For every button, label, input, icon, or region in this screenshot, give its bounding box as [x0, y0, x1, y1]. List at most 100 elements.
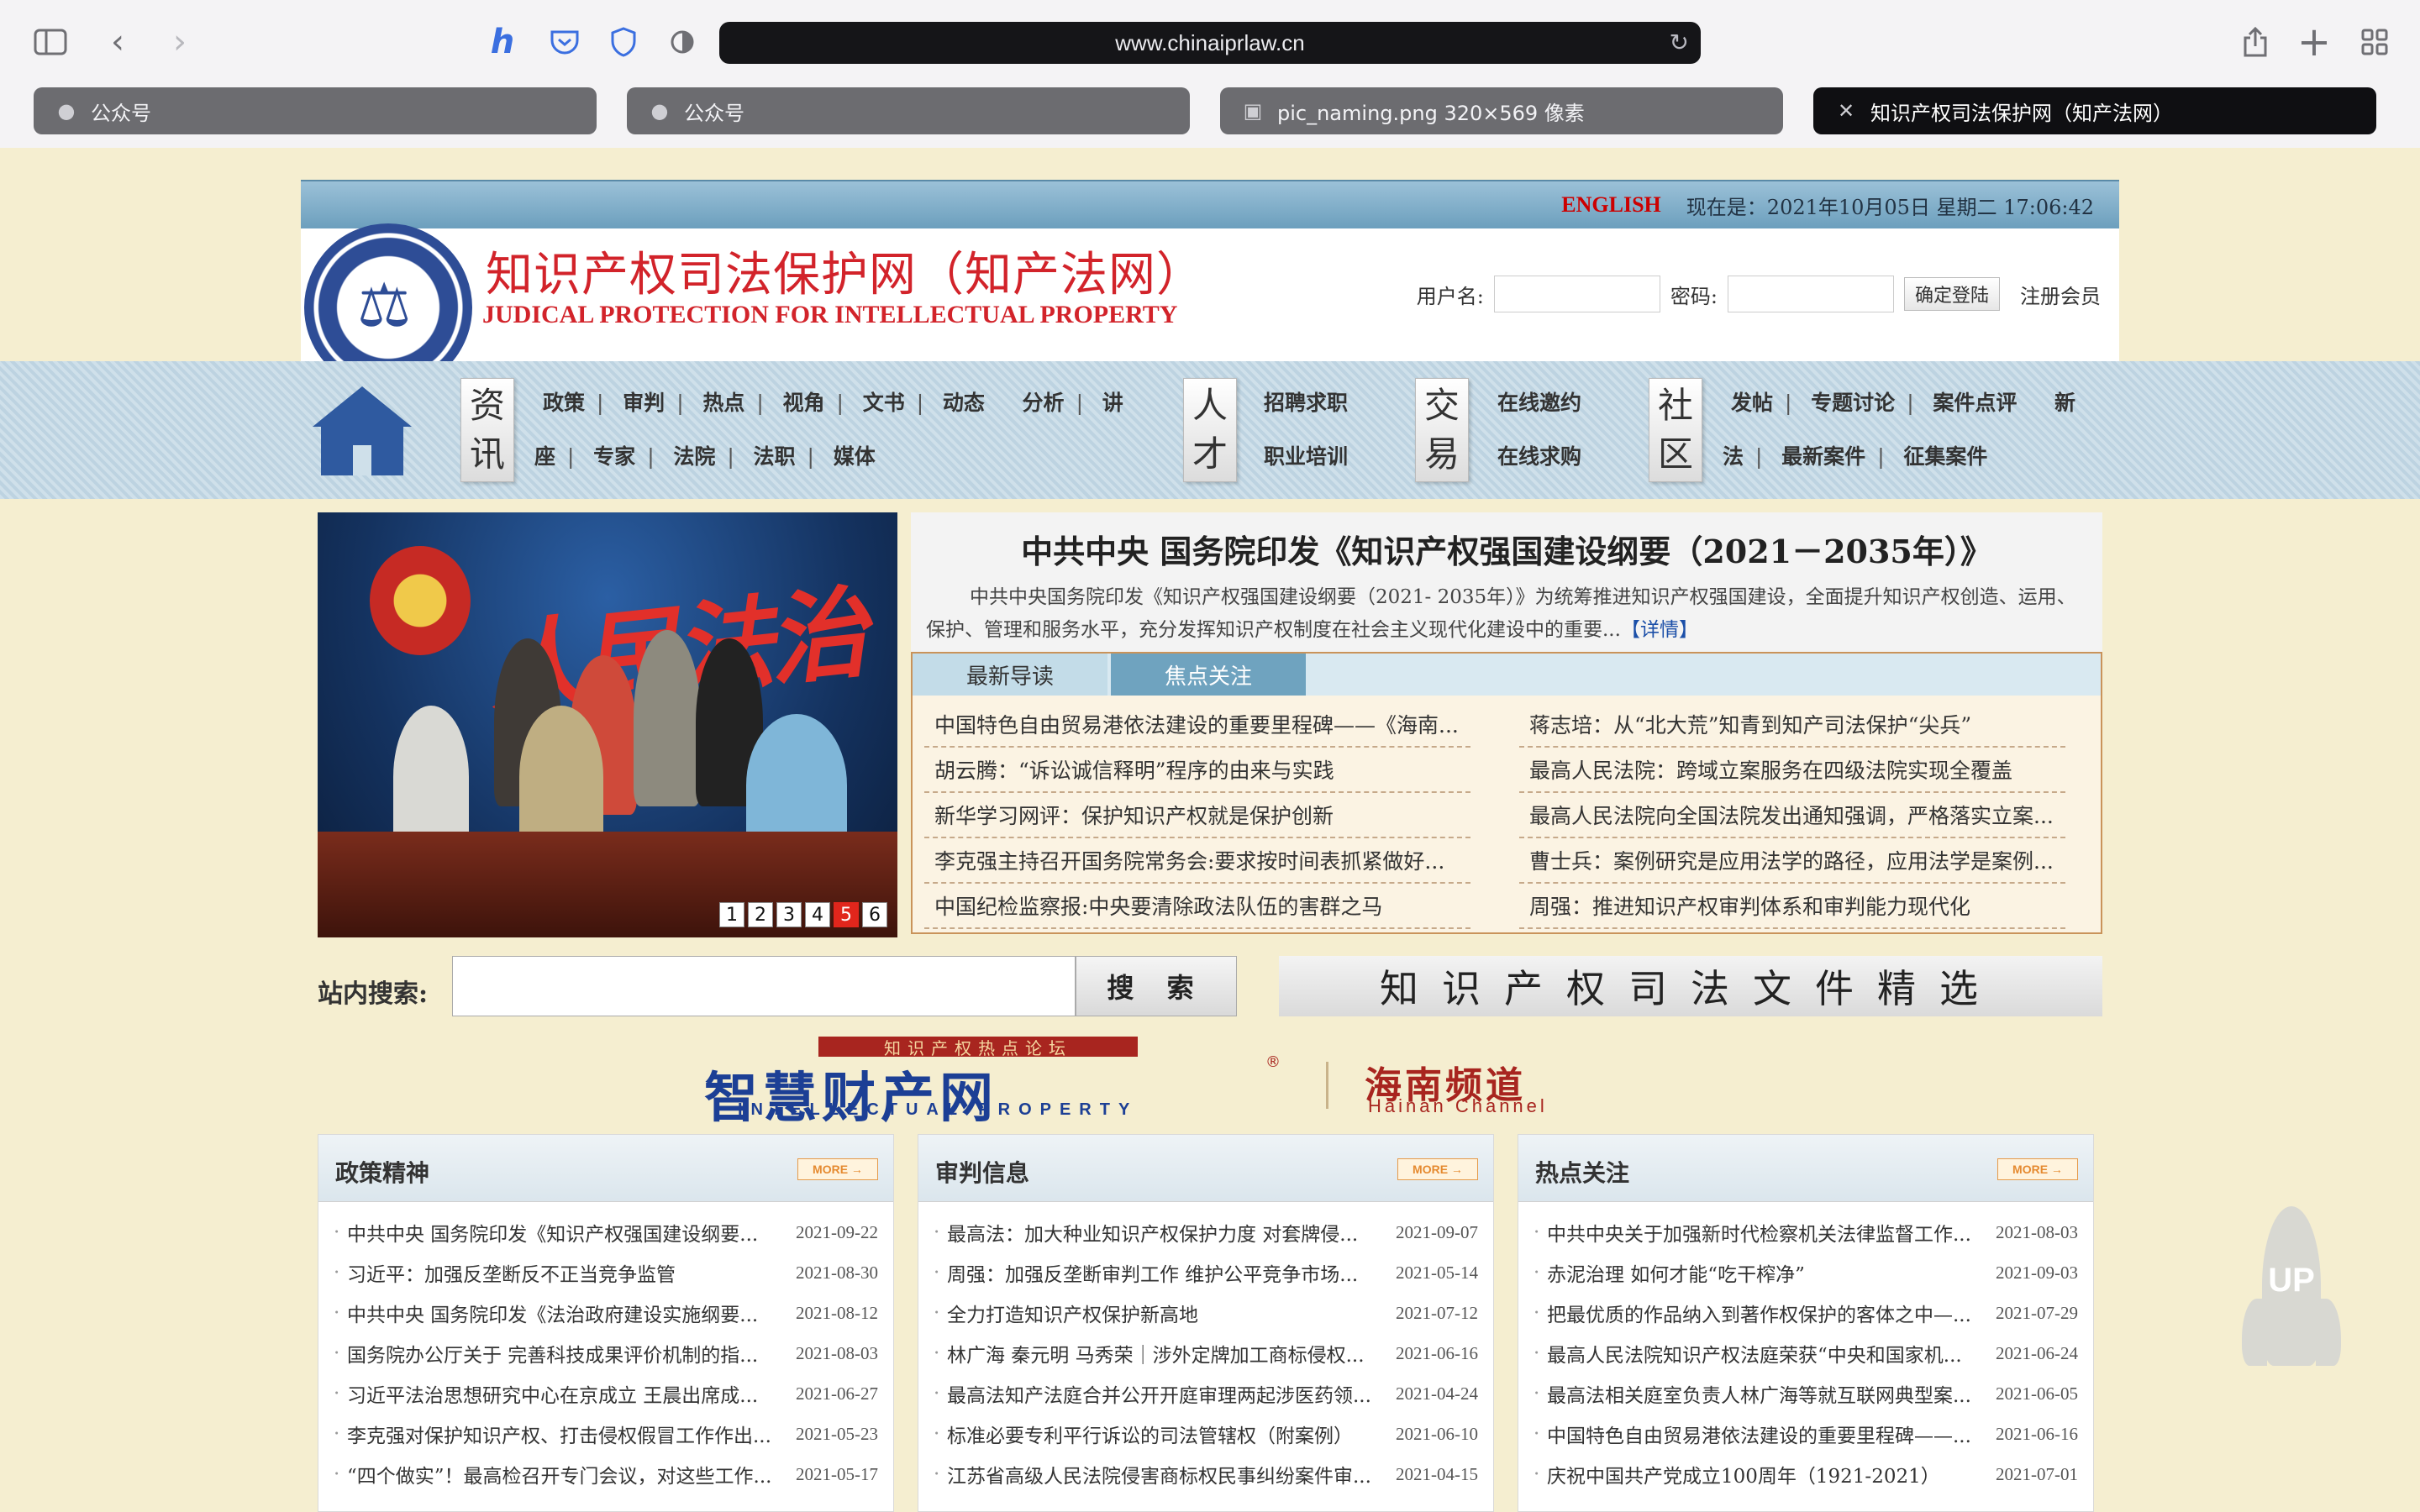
- nav-link-fenxi[interactable]: 分析: [1023, 391, 1065, 415]
- address-bar[interactable]: www.chinaiprlaw.cn ↻: [719, 22, 1701, 64]
- list-item[interactable]: · 标准必要专利平行诉讼的司法管辖权（附案例） 2021-06-10: [918, 1414, 1493, 1454]
- home-icon[interactable]: [313, 386, 412, 477]
- extension-h-icon[interactable]: h: [486, 23, 519, 61]
- list-item[interactable]: · 国务院办公厅关于 完善科技成果评价机制的指... 2021-08-03: [318, 1333, 893, 1373]
- list-item[interactable]: · 习近平法治思想研究中心在京成立 王晨出席成... 2021-06-27: [318, 1373, 893, 1414]
- nav-link-zuo[interactable]: 座: [534, 444, 555, 469]
- browser-tab[interactable]: ● 公众号: [34, 87, 597, 134]
- slider-page-button[interactable]: 1: [719, 902, 744, 927]
- list-item[interactable]: 周强：推进知识产权审判体系和审判能力现代化: [1519, 884, 2065, 929]
- nav-link-zhengji[interactable]: 征集案件: [1903, 444, 1987, 469]
- list-item[interactable]: · 最高法：加大种业知识产权保护力度 对套牌侵... 2021-09-07: [918, 1212, 1493, 1252]
- list-item[interactable]: · 中共中央 国务院印发《法治政府建设实施纲要... 2021-08-12: [318, 1293, 893, 1333]
- list-item[interactable]: · “四个做实”！最高检召开专门会议，对这些工作... 2021-05-17: [318, 1454, 893, 1494]
- nav-link-zhengce[interactable]: 政策: [543, 391, 585, 415]
- username-input[interactable]: [1493, 276, 1660, 312]
- nav-row-shequ-2: 法 | 最新案件 | 征集案件: [1723, 444, 1988, 469]
- list-item[interactable]: 最高人民法院向全国法院发出通知强调，严格落实立案...: [1519, 793, 2065, 838]
- new-tab-icon[interactable]: +: [2296, 18, 2333, 66]
- list-item[interactable]: · 赤泥治理 如何才能“吃干榨净” 2021-09-03: [1518, 1252, 2093, 1293]
- nav-link-meiti[interactable]: 媒体: [834, 444, 876, 469]
- search-button[interactable]: 搜 索: [1076, 956, 1237, 1016]
- nav-link-zhuanjia[interactable]: 专家: [593, 444, 635, 469]
- close-icon[interactable]: ✕: [1833, 99, 1859, 123]
- list-item[interactable]: 胡云腾：“诉讼诚信释明”程序的由来与实践: [924, 748, 1470, 793]
- slider-page-button-active[interactable]: 5: [834, 902, 859, 927]
- list-item[interactable]: 新华学习网评：保护知识产权就是保护创新: [924, 793, 1470, 838]
- list-item[interactable]: · 中共中央 国务院印发《知识产权强国建设纲要... 2021-09-22: [318, 1212, 893, 1252]
- sidebar-toggle-icon[interactable]: [30, 24, 71, 60]
- list-item[interactable]: 李克强主持召开国务院常务会:要求按时间表抓紧做好...: [924, 838, 1470, 884]
- english-link[interactable]: ENGLISH: [1561, 192, 1661, 218]
- tab-overview-icon[interactable]: [2358, 25, 2391, 59]
- slider-page-button[interactable]: 3: [776, 902, 802, 927]
- list-item[interactable]: 最高人民法院：跨域立案服务在四级法院实现全覆盖: [1519, 748, 2065, 793]
- list-item[interactable]: · 全力打造知识产权保护新高地 2021-07-12: [918, 1293, 1493, 1333]
- nav-link-jiang[interactable]: 讲: [1102, 391, 1123, 415]
- browser-tab-active[interactable]: ✕ 知识产权司法保护网（知产法网）: [1813, 87, 2376, 134]
- pocket-icon[interactable]: [546, 24, 583, 60]
- back-to-top-button[interactable]: UP: [2237, 1206, 2346, 1383]
- search-input[interactable]: [452, 956, 1076, 1016]
- back-icon[interactable]: ‹: [101, 22, 134, 62]
- nav-link-fatie[interactable]: 发帖: [1731, 391, 1773, 415]
- tab-focus[interactable]: 焦点关注: [1111, 654, 1306, 696]
- list-item[interactable]: · 江苏省高级人民法院侵害商标权民事纠纷案件审... 2021-04-15: [918, 1454, 1493, 1494]
- nav-link-qiugou[interactable]: 在线求购: [1497, 440, 1581, 470]
- share-icon[interactable]: [2238, 22, 2272, 62]
- nav-link-peixun[interactable]: 职业培训: [1264, 440, 1348, 470]
- list-item[interactable]: · 习近平：加强反垄断反不正当竞争监管 2021-08-30: [318, 1252, 893, 1293]
- list-item[interactable]: · 林广海 秦元明 马秀荣｜涉外定牌加工商标侵权... 2021-06-16: [918, 1333, 1493, 1373]
- list-item[interactable]: 曹士兵：案例研究是应用法学的路径，应用法学是案例...: [1519, 838, 2065, 884]
- tab-latest[interactable]: 最新导读: [913, 654, 1107, 696]
- list-item[interactable]: 蒋志培：从“北大荒”知青到知产司法保护“尖兵”: [1519, 702, 2065, 748]
- shield-icon[interactable]: [607, 24, 640, 60]
- slider-page-button[interactable]: 2: [748, 902, 773, 927]
- browser-tab[interactable]: ● 公众号: [627, 87, 1190, 134]
- judicial-files-banner[interactable]: 知识产权司法文件精选: [1279, 956, 2102, 1016]
- nav-link-redian[interactable]: 热点: [702, 391, 744, 415]
- nav-link-xin[interactable]: 新: [2054, 391, 2075, 415]
- list-item[interactable]: · 庆祝中国共产党成立100周年（1921-2021） 2021-07-01: [1518, 1454, 2093, 1494]
- nav-link-fazhi[interactable]: 法职: [754, 444, 796, 469]
- nav-link-fa[interactable]: 法: [1723, 444, 1744, 469]
- headline-more-link[interactable]: 【详情】: [1621, 619, 1698, 641]
- slider-page-button[interactable]: 6: [862, 902, 887, 927]
- nav-tag-shequ: 社 区: [1649, 378, 1702, 482]
- slider-page-button[interactable]: 4: [805, 902, 830, 927]
- list-item[interactable]: · 李克强对保护知识产权、打击侵权假冒工作作出... 2021-05-23: [318, 1414, 893, 1454]
- register-link[interactable]: 注册会员: [2020, 280, 2101, 309]
- nav-link-zhaopin[interactable]: 招聘求职: [1264, 386, 1348, 417]
- list-item[interactable]: 中国特色自由贸易港依法建设的重要里程碑——《海南...: [924, 702, 1470, 748]
- headline-title[interactable]: 中共中央 国务院印发《知识产权强国建设纲要（2021－2035年）》: [911, 526, 2102, 572]
- list-item[interactable]: · 周强：加强反垄断审判工作 维护公平竞争市场... 2021-05-14: [918, 1252, 1493, 1293]
- nav-link-dongtai[interactable]: 动态: [943, 391, 985, 415]
- image-slider[interactable]: 人民法治 1 2 3 4 5 6: [318, 512, 897, 937]
- login-button[interactable]: 确定登陆: [1903, 277, 2000, 311]
- list-item[interactable]: · 最高法知产法庭合并公开开庭审理两起涉医药领... 2021-04-24: [918, 1373, 1493, 1414]
- more-button[interactable]: MORE →: [1997, 1158, 2078, 1180]
- nav-link-shenpan[interactable]: 审判: [623, 391, 665, 415]
- reload-icon[interactable]: ↻: [1670, 29, 1689, 56]
- password-input[interactable]: [1727, 276, 1894, 312]
- list-item[interactable]: · 最高人民法院知识产权法庭荣获“中央和国家机... 2021-06-24: [1518, 1333, 2093, 1373]
- nav-link-zuixin[interactable]: 最新案件: [1781, 444, 1865, 469]
- list-item[interactable]: 中国纪检监察报:中央要清除政法队伍的害群之马: [924, 884, 1470, 929]
- more-button[interactable]: MORE →: [797, 1158, 878, 1180]
- more-button[interactable]: MORE →: [1397, 1158, 1478, 1180]
- forward-icon[interactable]: ›: [163, 22, 197, 62]
- list-item[interactable]: · 最高法相关庭室负责人林广海等就互联网典型案... 2021-06-05: [1518, 1373, 2093, 1414]
- nav-link-wenshu[interactable]: 文书: [863, 391, 905, 415]
- list-item[interactable]: · 中国特色自由贸易港依法建设的重要里程碑——... 2021-06-16: [1518, 1414, 2093, 1454]
- nav-link-taolun[interactable]: 专题讨论: [1811, 391, 1895, 415]
- nav-tag-text: 讯: [469, 433, 505, 475]
- nav-link-shijiao[interactable]: 视角: [783, 391, 825, 415]
- nav-link-yaoyue[interactable]: 在线邀约: [1497, 386, 1581, 417]
- nav-link-dianping[interactable]: 案件点评: [1933, 391, 2017, 415]
- ip-channel-banner[interactable]: 知识产权热点论坛 智慧财产网 INTELLECTUAL PROPERTY ® 海…: [704, 1037, 1662, 1130]
- list-item[interactable]: · 中共中央关于加强新时代检察机关法律监督工作... 2021-08-03: [1518, 1212, 2093, 1252]
- browser-tab[interactable]: ▣ pic_naming.png 320×569 像素: [1220, 87, 1783, 134]
- nav-link-fayuan[interactable]: 法院: [673, 444, 715, 469]
- list-item[interactable]: · 把最优质的作品纳入到著作权保护的客体之中—... 2021-07-29: [1518, 1293, 2093, 1333]
- contrast-icon[interactable]: [666, 24, 699, 60]
